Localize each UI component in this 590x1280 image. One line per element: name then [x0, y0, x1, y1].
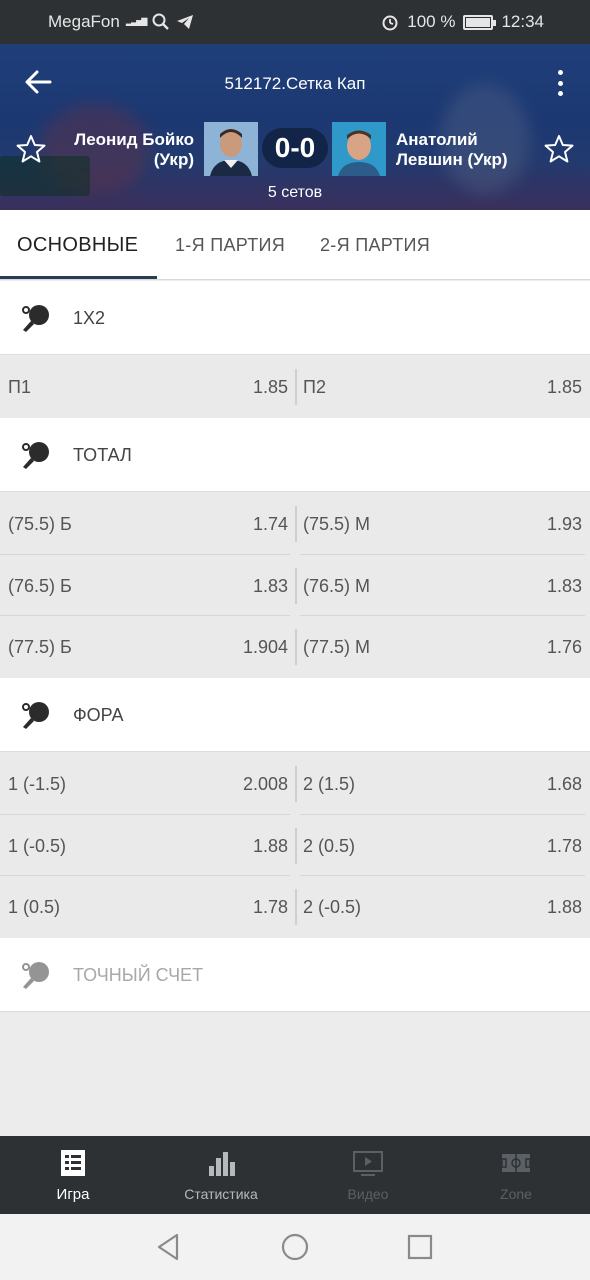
clock: 12:34 — [501, 12, 544, 31]
match-header: 512172.Сетка Кап Леонид Бойко (Укр) 0-0 … — [0, 44, 590, 210]
player-right-avatar — [332, 122, 386, 176]
player-left-name: Леонид Бойко (Укр) — [74, 130, 194, 169]
system-recents-icon[interactable] — [405, 1232, 435, 1262]
nav-label: Видео — [347, 1186, 389, 1202]
nav-label: Статистика — [184, 1186, 258, 1202]
market-header-1x2[interactable]: 1X2 — [0, 281, 590, 355]
market-header-exact-score[interactable]: ТОЧНЫЙ СЧЕТ — [0, 938, 590, 1012]
odds-row: (77.5) Б 1.904 (77.5) М 1.76 — [0, 616, 590, 678]
odds-button-handicap-2[interactable]: 2 (-0.5) 1.88 — [303, 876, 582, 938]
score: 0-0 — [262, 128, 328, 168]
odds-row: (75.5) Б 1.74 (75.5) М 1.93 — [0, 493, 590, 555]
status-bar: MegaFon ▂▃▅▇ 100 % 12:34 — [0, 0, 590, 44]
market-title: ТОТАЛ — [73, 445, 132, 465]
odds-button-p2[interactable]: П2 1.85 — [303, 356, 582, 418]
game-list-icon — [61, 1150, 85, 1176]
odds-row: 1 (-0.5) 1.88 2 (0.5) 1.78 — [0, 815, 590, 877]
nav-label: Zone — [500, 1186, 532, 1202]
market-header-total[interactable]: ТОТАЛ — [0, 418, 590, 492]
table-tennis-paddle-icon — [22, 702, 49, 729]
odds-row: 1 (0.5) 1.78 2 (-0.5) 1.88 — [0, 876, 590, 938]
odds-button-handicap-1[interactable]: 1 (-0.5) 1.88 — [8, 815, 288, 877]
odds-button-under[interactable]: (76.5) М 1.83 — [303, 555, 582, 617]
player-right-name: Анатолий Левшин (Укр) — [396, 130, 508, 169]
battery-icon — [463, 14, 497, 30]
odds-row: (76.5) Б 1.83 (76.5) М 1.83 — [0, 555, 590, 617]
table-tennis-paddle-icon — [22, 442, 49, 469]
favorite-star-icon-left[interactable] — [16, 134, 46, 164]
odds-button-handicap-2[interactable]: 2 (0.5) 1.78 — [303, 815, 582, 877]
odds-button-under[interactable]: (75.5) М 1.93 — [303, 493, 582, 555]
odds-button-under[interactable]: (77.5) М 1.76 — [303, 616, 582, 678]
active-tab-indicator — [0, 276, 157, 279]
nav-statistics[interactable]: Статистика — [161, 1136, 281, 1214]
nav-video[interactable]: Видео — [308, 1136, 428, 1214]
carrier-name: MegaFon — [48, 12, 120, 31]
system-navigation-bar — [0, 1214, 590, 1280]
market-title: 1X2 — [73, 308, 106, 328]
stats-bars-icon — [209, 1152, 235, 1176]
tab-main[interactable]: ОСНОВНЫЕ — [17, 210, 138, 280]
sets-count: 5 сетов — [267, 184, 323, 201]
market-title: ТОЧНЫЙ СЧЕТ — [73, 965, 204, 985]
zone-field-icon — [501, 1154, 531, 1172]
market-header-handicap[interactable]: ФОРА — [0, 678, 590, 752]
telegram-icon — [177, 15, 194, 29]
table-tennis-paddle-icon — [22, 962, 49, 989]
odds-button-over[interactable]: (76.5) Б 1.83 — [8, 555, 288, 617]
odds-button-handicap-1[interactable]: 1 (-1.5) 2.008 — [8, 753, 288, 815]
match-title: 512172.Сетка Кап — [224, 74, 366, 93]
video-icon — [353, 1151, 383, 1176]
alarm-icon — [382, 15, 398, 31]
odds-row: П1 1.85 П2 1.85 — [0, 356, 590, 418]
favorite-star-icon-right[interactable] — [544, 134, 574, 164]
nav-game[interactable]: Игра — [13, 1136, 133, 1214]
odds-button-over[interactable]: (75.5) Б 1.74 — [8, 493, 288, 555]
odds-row: 1 (-1.5) 2.008 2 (1.5) 1.68 — [0, 753, 590, 815]
system-back-icon[interactable] — [154, 1232, 184, 1262]
market-tabs: ОСНОВНЫЕ 1-Я ПАРТИЯ 2-Я ПАРТИЯ — [0, 210, 590, 280]
more-menu-icon[interactable] — [556, 70, 564, 96]
bottom-navigation: Игра Статистика Видео Zone — [0, 1136, 590, 1214]
search-icon — [152, 13, 170, 30]
odds-button-over[interactable]: (77.5) Б 1.904 — [8, 616, 288, 678]
signal-strength-icon: ▂▃▅▇ — [125, 17, 148, 26]
market-title: ФОРА — [73, 705, 124, 725]
odds-button-handicap-2[interactable]: 2 (1.5) 1.68 — [303, 753, 582, 815]
player-left-avatar — [204, 122, 258, 176]
nav-zone[interactable]: Zone — [456, 1136, 576, 1214]
tab-set-2[interactable]: 2-Я ПАРТИЯ — [320, 210, 430, 280]
nav-label: Игра — [56, 1186, 90, 1203]
tab-set-1[interactable]: 1-Я ПАРТИЯ — [175, 210, 285, 280]
system-home-icon[interactable] — [280, 1232, 310, 1262]
odds-button-handicap-1[interactable]: 1 (0.5) 1.78 — [8, 876, 288, 938]
battery-percent: 100 % — [407, 12, 456, 31]
odds-button-p1[interactable]: П1 1.85 — [8, 356, 288, 418]
table-tennis-paddle-icon — [22, 305, 49, 332]
